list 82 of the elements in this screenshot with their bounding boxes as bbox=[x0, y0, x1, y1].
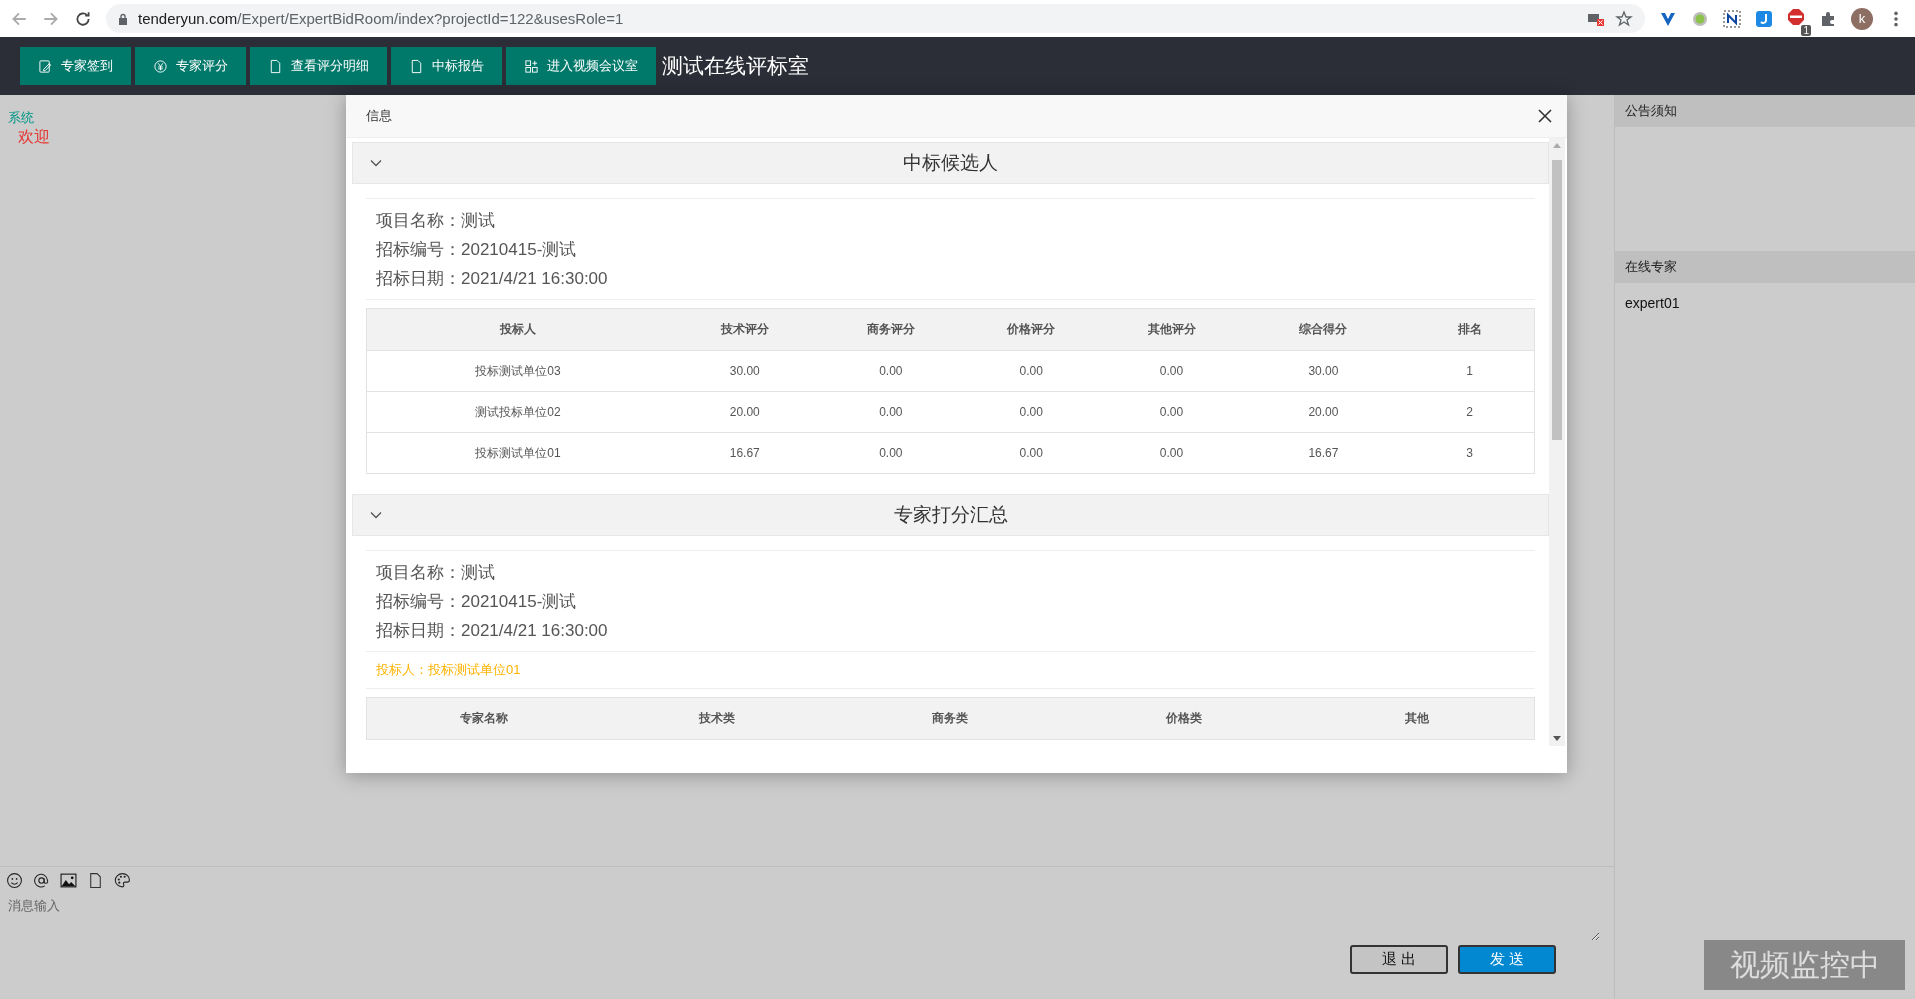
column-header: 专家名称 bbox=[366, 697, 601, 740]
info-line: 招标日期：2021/4/21 16:30:00 bbox=[376, 268, 609, 290]
extension-icon[interactable] bbox=[1755, 9, 1773, 28]
dialog-title: 信息 bbox=[366, 107, 392, 125]
column-header: 价格评分 bbox=[961, 308, 1102, 351]
at-icon[interactable] bbox=[33, 872, 50, 889]
table-cell: 30.00 bbox=[668, 350, 821, 392]
toolbar-button[interactable]: 专家签到 bbox=[20, 47, 131, 85]
table-cell: 0.00 bbox=[820, 391, 961, 433]
table-cell: 20.00 bbox=[1241, 391, 1406, 433]
table-cell: 投标测试单位03 bbox=[366, 350, 669, 392]
column-header: 商务类 bbox=[833, 697, 1068, 740]
info-line: 招标编号：20210415-测试 bbox=[376, 591, 578, 613]
expert-name[interactable]: expert01 bbox=[1615, 283, 1915, 311]
document-icon bbox=[409, 58, 424, 74]
info-line: 项目名称：测试 bbox=[376, 210, 496, 232]
table-cell: 16.67 bbox=[668, 432, 821, 474]
toolbar-button[interactable]: 查看评分明细 bbox=[250, 47, 387, 85]
section-header[interactable]: 中标候选人 bbox=[352, 142, 1549, 184]
extension-icon[interactable] bbox=[1723, 9, 1741, 28]
toolbar-button[interactable]: 中标报告 bbox=[391, 47, 502, 85]
info-line: 招标编号：20210415-测试 bbox=[376, 239, 578, 261]
document-icon bbox=[268, 58, 283, 74]
column-header: 技术评分 bbox=[668, 308, 821, 351]
grid-icon bbox=[524, 58, 539, 74]
column-header: 排名 bbox=[1405, 308, 1535, 351]
edit-icon bbox=[38, 58, 53, 74]
palette-icon[interactable] bbox=[114, 872, 131, 889]
scroll-down-icon[interactable] bbox=[1553, 736, 1561, 742]
column-header: 综合得分 bbox=[1241, 308, 1406, 351]
info-line: 招标日期：2021/4/21 16:30:00 bbox=[376, 620, 609, 642]
table-cell: 2 bbox=[1405, 391, 1535, 433]
column-header: 其他 bbox=[1300, 697, 1535, 740]
panel-header: 在线专家 bbox=[1615, 251, 1915, 283]
table-cell: 0.00 bbox=[1101, 391, 1242, 433]
table-cell: 0.00 bbox=[820, 350, 961, 392]
table-cell: 1 bbox=[1405, 350, 1535, 392]
table-cell: 30.00 bbox=[1241, 350, 1406, 392]
table-cell: 0.00 bbox=[961, 432, 1102, 474]
section-header[interactable]: 专家打分汇总 bbox=[352, 494, 1549, 536]
table-cell: 0.00 bbox=[961, 391, 1102, 433]
column-header: 投标人 bbox=[366, 308, 669, 351]
panel-header: 公告须知 bbox=[1615, 95, 1915, 127]
column-header: 技术类 bbox=[600, 697, 834, 740]
lock-icon bbox=[118, 12, 128, 25]
table-cell: 0.00 bbox=[961, 350, 1102, 392]
info-line: 项目名称：测试 bbox=[376, 562, 496, 584]
image-icon[interactable] bbox=[60, 872, 77, 889]
monitoring-badge: 视频监控中 bbox=[1704, 940, 1905, 990]
sender-name: 系统 bbox=[8, 109, 34, 127]
extension-badge: 1 bbox=[1801, 24, 1811, 36]
close-icon[interactable] bbox=[1537, 108, 1553, 124]
room-title: 测试在线评标室 bbox=[662, 53, 809, 79]
smile-icon[interactable] bbox=[6, 872, 23, 889]
profile-avatar[interactable]: k bbox=[1851, 7, 1873, 30]
table-cell: 0.00 bbox=[1101, 432, 1242, 474]
table-cell: 0.00 bbox=[820, 432, 961, 474]
table-cell: 20.00 bbox=[668, 391, 821, 433]
bidder-label: 投标人：投标测试单位01 bbox=[375, 661, 522, 679]
file-icon[interactable] bbox=[87, 872, 104, 889]
adblock-icon[interactable] bbox=[1787, 7, 1805, 26]
puzzle-icon[interactable] bbox=[1819, 9, 1837, 28]
exit-button[interactable]: 退 出 bbox=[1350, 945, 1448, 974]
message-field[interactable]: 消息输入 bbox=[6, 895, 1600, 941]
toolbar-button[interactable]: 专家评分 bbox=[135, 47, 246, 85]
table-cell: 0.00 bbox=[1101, 350, 1242, 392]
send-button[interactable]: 发 送 bbox=[1458, 945, 1556, 974]
address-bar[interactable]: tenderyun.com/Expert/ExpertBidRoom/index?projectId=122&usesRole=1 bbox=[106, 4, 1645, 33]
table-cell: 投标测试单位01 bbox=[366, 432, 669, 474]
table-cell: 3 bbox=[1405, 432, 1535, 474]
chat-message: 欢迎 bbox=[18, 127, 50, 147]
table-cell: 测试投标单位02 bbox=[366, 391, 669, 433]
yen-icon bbox=[153, 58, 168, 74]
column-header: 商务评分 bbox=[820, 308, 961, 351]
reload-icon[interactable] bbox=[74, 9, 92, 28]
toolbar-button[interactable]: 进入视频会议室 bbox=[506, 47, 656, 85]
scrollbar[interactable] bbox=[1549, 138, 1565, 746]
url-text: tenderyun.com/Expert/ExpertBidRoom/index?projectId=122&usesRole=1 bbox=[138, 10, 624, 27]
column-header: 其他评分 bbox=[1101, 308, 1242, 351]
table-cell: 16.67 bbox=[1241, 432, 1406, 474]
column-header: 价格类 bbox=[1067, 697, 1301, 740]
star-icon[interactable] bbox=[1615, 9, 1633, 28]
